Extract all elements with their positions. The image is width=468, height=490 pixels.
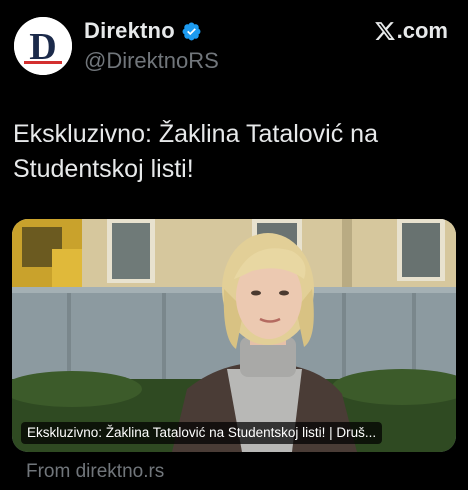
avatar[interactable]: D bbox=[14, 17, 72, 75]
x-logo-icon bbox=[374, 22, 395, 40]
author-name-row: Direktno bbox=[84, 18, 202, 44]
link-card-image bbox=[12, 219, 456, 452]
link-source[interactable]: From direktno.rs bbox=[26, 461, 164, 483]
direktno-logo: D bbox=[14, 17, 72, 75]
post-text: Ekskluzivno: Žaklina Tatalović na Studen… bbox=[13, 120, 378, 183]
x-brand: .com bbox=[374, 18, 448, 44]
display-name[interactable]: Direktno bbox=[84, 18, 175, 44]
avatar-underline bbox=[24, 61, 62, 64]
link-card[interactable]: Ekskluzivno: Žaklina Tatalović na Studen… bbox=[12, 219, 456, 452]
brand-domain: .com bbox=[396, 18, 448, 43]
link-card-title[interactable]: Ekskluzivno: Žaklina Tatalović na Studen… bbox=[21, 422, 383, 444]
author-handle[interactable]: @DirektnoRS bbox=[84, 48, 219, 74]
verified-badge-icon bbox=[182, 22, 201, 40]
